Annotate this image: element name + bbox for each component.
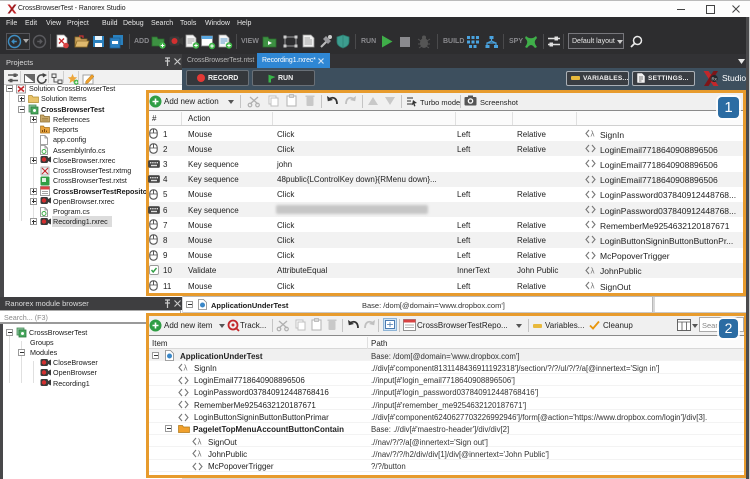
svg-text:λ: λ (591, 130, 595, 139)
svg-text:λ: λ (591, 282, 595, 291)
svg-text:λ: λ (198, 450, 202, 459)
svg-text:λ: λ (591, 266, 595, 275)
svg-text:Rx: Rx (712, 76, 718, 81)
svg-text:λ: λ (198, 438, 202, 447)
svg-text:λ: λ (184, 364, 188, 373)
